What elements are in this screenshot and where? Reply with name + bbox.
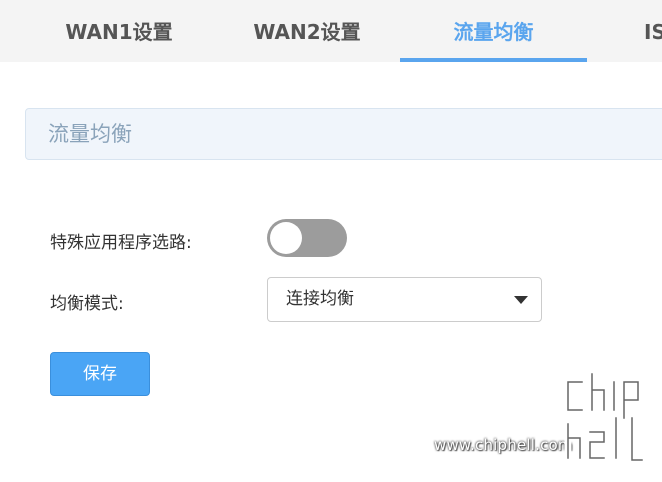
balance-mode-value: 连接均衡 <box>286 289 354 309</box>
balance-mode-select[interactable]: 连接均衡 <box>267 277 542 322</box>
chiphell-logo-icon <box>564 370 646 464</box>
balance-mode-label: 均衡模式: <box>50 294 124 314</box>
tab-wan1-settings[interactable]: WAN1设置 <box>24 0 214 62</box>
tab-bar: WAN1设置 WAN2设置 流量均衡 IS <box>0 0 662 62</box>
tab-wan2-settings[interactable]: WAN2设置 <box>212 0 402 62</box>
section-title: 流量均衡 <box>25 108 662 160</box>
toggle-knob <box>270 222 302 254</box>
app-routing-label: 特殊应用程序选路: <box>50 233 192 253</box>
caret-down-icon <box>514 296 528 304</box>
watermark-url: www.chiphell.com <box>434 436 573 454</box>
app-routing-toggle[interactable] <box>267 219 347 257</box>
save-button[interactable]: 保存 <box>50 352 150 396</box>
tab-isp[interactable]: IS <box>632 0 662 62</box>
tab-load-balance[interactable]: 流量均衡 <box>400 0 587 62</box>
